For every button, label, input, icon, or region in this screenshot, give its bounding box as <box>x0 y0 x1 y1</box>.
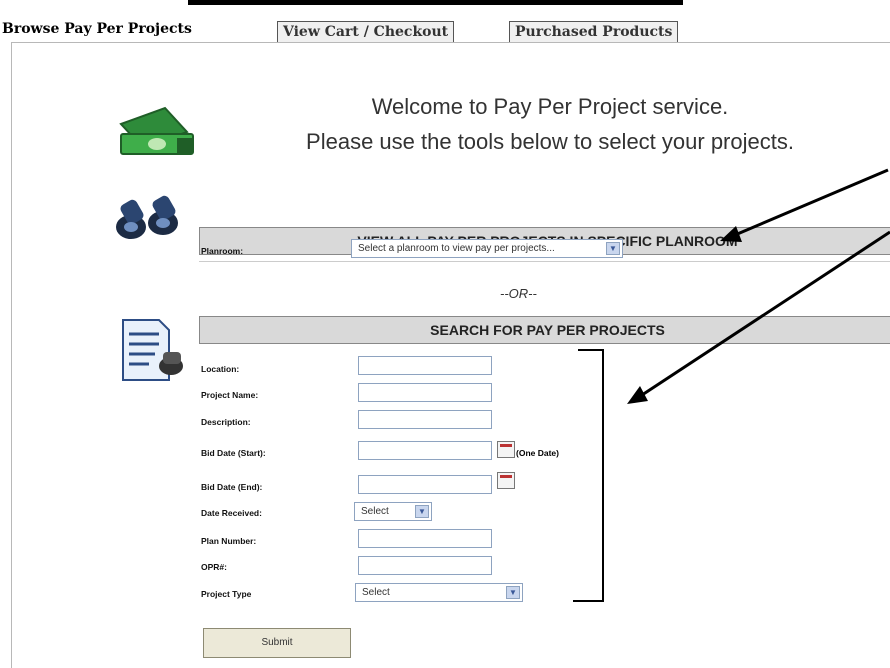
annotation-overlay <box>573 168 890 602</box>
